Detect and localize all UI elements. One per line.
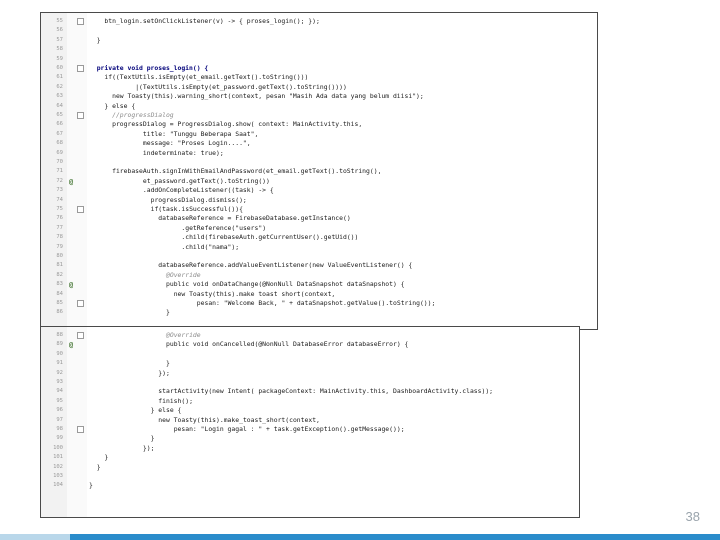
fold-toggle-icon[interactable] [77, 300, 84, 307]
fold-toggle-icon[interactable] [77, 426, 84, 433]
fold-toggle-icon[interactable] [77, 206, 84, 213]
fold-toggle-icon[interactable] [77, 332, 84, 339]
footer-bar-dark-segment [70, 534, 720, 540]
code-editor-top[interactable]: 55 btn_login.setOnClickListener(v) -> { p… [40, 12, 598, 330]
footer-color-bar [0, 534, 720, 540]
fold-toggle-icon[interactable] [77, 65, 84, 72]
line-number: 86 [56, 309, 63, 316]
fold-toggle-icon[interactable] [77, 112, 84, 119]
code-line[interactable]: 86} [41, 307, 597, 317]
code-text: } [89, 481, 93, 490]
fold-toggle-icon[interactable] [77, 18, 84, 25]
code-editor-bottom[interactable]: 88 @Override 89 @ public void onCancelled(@N… [40, 326, 580, 518]
code-line[interactable]: 104} [41, 480, 579, 490]
code-text: } [166, 308, 170, 317]
slide-page-number: 38 [685, 509, 700, 524]
line-number: 104 [53, 482, 63, 489]
footer-bar-light-segment [0, 534, 70, 540]
